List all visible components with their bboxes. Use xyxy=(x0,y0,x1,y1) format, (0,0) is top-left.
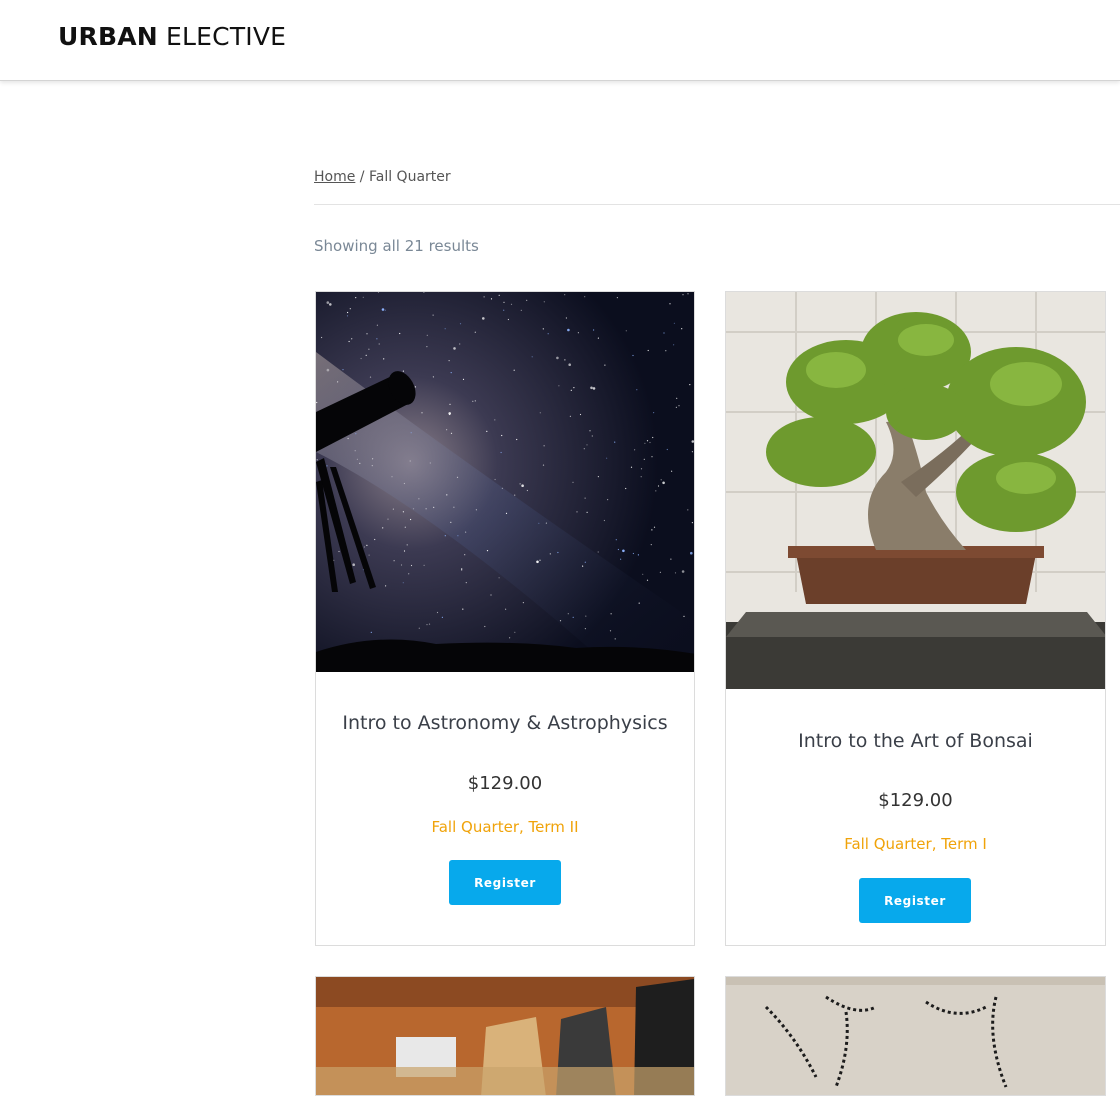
night-sky-telescope-image[interactable] xyxy=(316,292,694,672)
logo-light-text: ELECTIVE xyxy=(166,22,287,51)
logo-bold-text: URBAN xyxy=(58,22,158,51)
product-card-astronomy: Intro to Astronomy & Astrophysics $129.0… xyxy=(315,291,695,946)
product-price: $129.00 xyxy=(467,773,543,794)
product-title[interactable]: Intro to Astronomy & Astrophysics xyxy=(316,712,694,734)
breadcrumb-home-link[interactable]: Home xyxy=(314,169,355,185)
product-categories: Fall Quarter, Term II xyxy=(431,818,579,836)
register-button[interactable]: Register xyxy=(449,860,561,905)
product-card-3 xyxy=(315,976,695,1096)
product-card-bonsai: Intro to the Art of Bonsai $129.00 Fall … xyxy=(725,291,1106,946)
microgreens-market-image[interactable] xyxy=(316,977,694,1095)
product-price: $129.00 xyxy=(878,790,953,811)
result-count: Showing all 21 results xyxy=(314,237,479,255)
site-logo[interactable]: URBAN ELECTIVE xyxy=(58,22,286,51)
site-header: URBAN ELECTIVE xyxy=(0,0,1120,81)
bonsai-tree-image[interactable] xyxy=(726,292,1105,689)
category-link[interactable]: Term I xyxy=(941,835,987,853)
breadcrumb-divider xyxy=(314,204,1120,205)
breadcrumb-separator: / xyxy=(355,169,369,185)
product-categories: Fall Quarter, Term I xyxy=(844,835,987,853)
product-card-4 xyxy=(725,976,1106,1096)
category-link[interactable]: Fall Quarter xyxy=(431,818,519,836)
breadcrumb: Home / Fall Quarter xyxy=(314,169,451,185)
category-link[interactable]: Term II xyxy=(529,818,579,836)
breadcrumb-current: Fall Quarter xyxy=(368,169,451,185)
category-link[interactable]: Fall Quarter xyxy=(844,835,932,853)
embroidery-canvas-image[interactable] xyxy=(726,977,1105,1095)
product-title[interactable]: Intro to the Art of Bonsai xyxy=(726,730,1105,752)
register-button[interactable]: Register xyxy=(859,878,971,923)
